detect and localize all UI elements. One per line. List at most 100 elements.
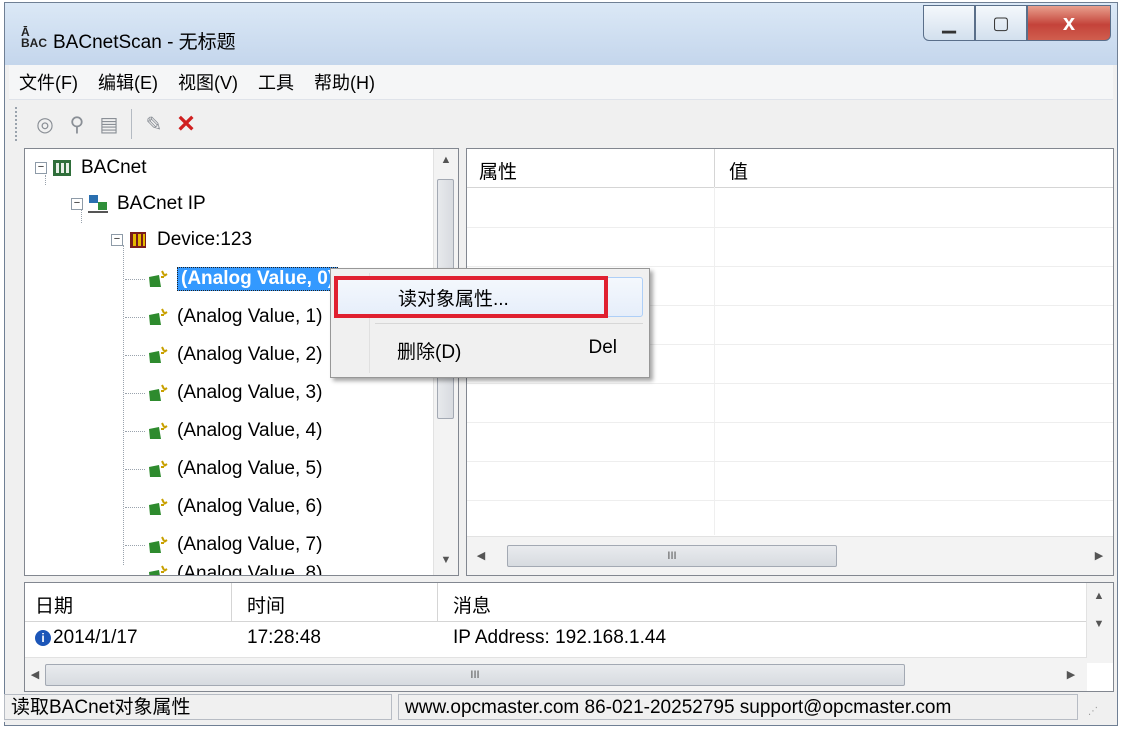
collapse-icon[interactable]: − bbox=[111, 234, 123, 246]
tree-node-analog-value[interactable]: (Analog Value, 4) bbox=[147, 414, 322, 448]
window-controls: ▁ ▢ x bbox=[923, 5, 1111, 45]
status-bar: 读取BACnet对象属性 www.opcmaster.com 86-021-20… bbox=[4, 694, 1108, 722]
bacnet-ip-icon bbox=[88, 195, 108, 213]
tree-line bbox=[125, 355, 145, 356]
collapse-icon[interactable]: − bbox=[35, 162, 47, 174]
analog-value-icon bbox=[149, 384, 168, 401]
column-divider[interactable] bbox=[231, 583, 232, 621]
menu-tools[interactable]: 工具 bbox=[248, 69, 304, 95]
tree-label: (Analog Value, 2) bbox=[177, 344, 323, 365]
tree-node-analog-value[interactable]: (Analog Value, 0) bbox=[147, 262, 339, 296]
tree-node-analog-value[interactable]: (Analog Value, 8) bbox=[147, 557, 323, 576]
find-button[interactable]: ⚲ bbox=[63, 110, 91, 138]
property-row bbox=[467, 383, 1113, 423]
tree-node-analog-value[interactable]: (Analog Value, 5) bbox=[147, 452, 322, 486]
device-icon bbox=[130, 232, 146, 248]
resize-grip-icon[interactable]: ⋰ bbox=[1088, 706, 1102, 720]
scroll-left-icon[interactable]: ◀ bbox=[25, 664, 45, 686]
scroll-up-icon[interactable]: ▲ bbox=[434, 149, 458, 171]
property-row bbox=[467, 188, 1113, 228]
tree-line bbox=[125, 279, 145, 280]
tree-line bbox=[125, 317, 145, 318]
window-title: BACnetScan - 无标题 bbox=[53, 32, 236, 53]
tree-node-device[interactable]: − Device:123 bbox=[111, 223, 252, 257]
tree-label: (Analog Value, 0) bbox=[177, 267, 339, 291]
analog-value-icon bbox=[149, 460, 168, 477]
delete-button[interactable]: × bbox=[172, 107, 200, 140]
scroll-down-icon[interactable]: ▼ bbox=[1087, 613, 1111, 635]
tree-node-analog-value[interactable]: (Analog Value, 1) bbox=[147, 300, 322, 334]
menu-edit[interactable]: 编辑(E) bbox=[88, 69, 168, 95]
analog-value-icon bbox=[149, 422, 168, 439]
tree-node-root[interactable]: − BACnet bbox=[35, 151, 146, 185]
log-row[interactable]: i 2014/1/17 17:28:48 IP Address: 192.168.… bbox=[25, 627, 1087, 657]
title-bar: Ā BAC BACnetScan - 无标题 ▁ ▢ x bbox=[5, 3, 1117, 65]
column-header-message[interactable]: 消息 bbox=[453, 591, 491, 618]
property-horizontal-scrollbar[interactable]: ◀ III ▶ bbox=[467, 536, 1113, 575]
log-list[interactable]: 日期 时间 消息 i 2014/1/17 17:28:48 IP Address:… bbox=[24, 582, 1114, 692]
menu-view[interactable]: 视图(V) bbox=[168, 69, 248, 95]
tree-line bbox=[125, 393, 145, 394]
minimize-button[interactable]: ▁ bbox=[923, 5, 975, 41]
log-vertical-scrollbar[interactable]: ▲ ▼ bbox=[1086, 583, 1113, 663]
tree-line bbox=[123, 245, 124, 565]
column-header-property[interactable]: 属性 bbox=[479, 157, 517, 184]
scroll-left-icon[interactable]: ◀ bbox=[471, 545, 491, 567]
tree-label: (Analog Value, 8) bbox=[177, 563, 323, 576]
scroll-up-icon[interactable]: ▲ bbox=[1087, 585, 1111, 607]
info-icon: i bbox=[35, 629, 51, 646]
log-date: 2014/1/17 bbox=[53, 627, 138, 648]
analog-value-icon bbox=[149, 346, 168, 363]
properties-button[interactable]: ▤ bbox=[95, 110, 123, 138]
tree-node-analog-value[interactable]: (Analog Value, 3) bbox=[147, 376, 322, 410]
column-header-date[interactable]: 日期 bbox=[35, 591, 73, 618]
tree-node-analog-value[interactable]: (Analog Value, 2) bbox=[147, 338, 322, 372]
maximize-icon: ▢ bbox=[992, 12, 1010, 33]
scroll-thumb[interactable]: III bbox=[507, 545, 837, 567]
toolbar-grip[interactable] bbox=[15, 107, 21, 141]
tree-line bbox=[125, 469, 145, 470]
annotation-highlight-box bbox=[334, 276, 608, 318]
column-header-value[interactable]: 值 bbox=[729, 157, 748, 184]
tree-label: BACnet bbox=[81, 157, 147, 178]
close-button[interactable]: x bbox=[1027, 5, 1111, 41]
scroll-down-icon[interactable]: ▼ bbox=[434, 549, 458, 571]
status-text: 读取BACnet对象属性 bbox=[4, 694, 392, 720]
menu-help[interactable]: 帮助(H) bbox=[304, 69, 385, 95]
edit-icon: ✎ bbox=[145, 113, 163, 136]
analog-value-icon bbox=[149, 270, 168, 287]
tree-label: (Analog Value, 3) bbox=[177, 382, 323, 403]
analog-value-icon bbox=[149, 536, 168, 553]
log-date-cell: i 2014/1/17 bbox=[35, 627, 138, 649]
tree-label: (Analog Value, 6) bbox=[177, 496, 323, 517]
tree-label: (Analog Value, 7) bbox=[177, 534, 323, 555]
scan-button[interactable]: ◎ bbox=[31, 110, 59, 138]
log-message: IP Address: 192.168.1.44 bbox=[453, 627, 667, 648]
tree-node-network[interactable]: − BACnet IP bbox=[71, 187, 206, 221]
tree-line bbox=[125, 507, 145, 508]
log-horizontal-scrollbar[interactable]: ◀ III ▶ bbox=[25, 657, 1087, 691]
scroll-thumb[interactable]: III bbox=[45, 664, 905, 686]
column-header-time[interactable]: 时间 bbox=[247, 591, 285, 618]
edit-button[interactable]: ✎ bbox=[140, 110, 168, 138]
tree-line bbox=[125, 431, 145, 432]
property-row bbox=[467, 500, 1113, 540]
collapse-icon[interactable]: − bbox=[71, 198, 83, 210]
tree-label: (Analog Value, 5) bbox=[177, 458, 323, 479]
tree-node-analog-value[interactable]: (Analog Value, 6) bbox=[147, 490, 322, 524]
column-divider[interactable] bbox=[437, 583, 438, 621]
menu-bar: 文件(F) 编辑(E) 视图(V) 工具 帮助(H) bbox=[9, 65, 1113, 100]
network-root-icon bbox=[53, 160, 71, 176]
scroll-right-icon[interactable]: ▶ bbox=[1061, 664, 1081, 686]
log-time: 17:28:48 bbox=[247, 627, 321, 648]
menu-file[interactable]: 文件(F) bbox=[9, 69, 88, 95]
scan-icon: ◎ bbox=[36, 113, 54, 136]
scroll-right-icon[interactable]: ▶ bbox=[1089, 545, 1109, 567]
column-divider[interactable] bbox=[714, 149, 715, 187]
property-list-header: 属性 值 bbox=[467, 149, 1113, 188]
toolbar: ◎ ⚲ ▤ ✎ × bbox=[9, 101, 1113, 147]
maximize-button[interactable]: ▢ bbox=[975, 5, 1027, 41]
delete-item[interactable]: 删除(D) Del bbox=[335, 331, 643, 371]
analog-value-icon bbox=[149, 498, 168, 515]
delete-icon: × bbox=[177, 107, 195, 140]
